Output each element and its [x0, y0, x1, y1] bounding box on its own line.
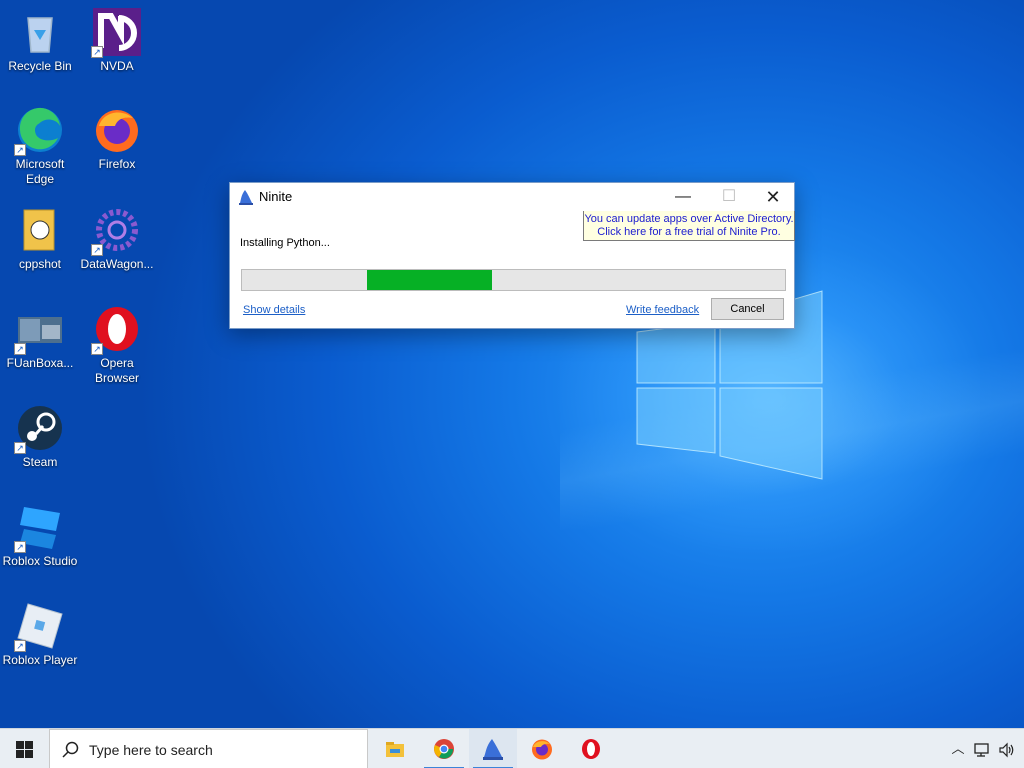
- minimize-button[interactable]: —: [660, 183, 706, 211]
- file-explorer-icon: [386, 742, 404, 757]
- desktop-icon-fuanboxa[interactable]: ↗ FUanBoxa...: [0, 305, 80, 371]
- promo-line-1: You can update apps over Active Director…: [584, 213, 794, 225]
- desktop-icon-label: Recycle Bin: [8, 59, 72, 73]
- desktop-icon-datawagon[interactable]: ↗ DataWagon...: [77, 206, 157, 272]
- desktop-icon-label: Roblox Studio: [2, 554, 78, 568]
- shortcut-arrow-icon: ↗: [14, 640, 26, 652]
- progress-fill: [367, 270, 492, 290]
- write-feedback-link[interactable]: Write feedback: [626, 304, 699, 316]
- roblox-player-icon: ↗: [14, 602, 64, 652]
- shortcut-arrow-icon: ↗: [91, 244, 103, 256]
- desktop-icon-recycle-bin[interactable]: Recycle Bin: [0, 8, 80, 74]
- ninite-sail-icon: [483, 739, 503, 760]
- show-hidden-icons-chevron-icon[interactable]: ︿: [948, 729, 968, 768]
- desktop-icon-label: FUanBoxa...: [6, 356, 74, 370]
- desktop-icon-label: Microsoft Edge: [15, 157, 65, 186]
- maximize-button[interactable]: ☐: [706, 183, 752, 211]
- opera-icon: [582, 739, 600, 759]
- chrome-icon: [434, 739, 454, 759]
- taskbar: Type here to search ︿: [0, 728, 1024, 768]
- taskbar-app-file-explorer[interactable]: [371, 729, 419, 768]
- install-progress-bar: [241, 269, 786, 291]
- windows-start-icon: [16, 741, 33, 758]
- ninite-pro-promo[interactable]: You can update apps over Active Director…: [583, 211, 795, 241]
- desktop-icon-opera-browser[interactable]: ↗ Opera Browser: [77, 305, 157, 386]
- taskbar-app-firefox[interactable]: [518, 729, 566, 768]
- shortcut-arrow-icon: ↗: [91, 46, 103, 58]
- desktop-icon-label: Firefox: [98, 157, 136, 171]
- firefox-icon: [93, 106, 141, 154]
- recycle-bin-icon: [16, 8, 64, 56]
- search-placeholder: Type here to search: [89, 742, 213, 758]
- shortcut-arrow-icon: ↗: [14, 343, 26, 355]
- window-title: Ninite: [259, 189, 293, 204]
- desktop-icon-cppshot[interactable]: cppshot: [0, 206, 80, 272]
- image-thumbnail-icon: ↗: [14, 305, 64, 355]
- taskbar-app-ninite[interactable]: [469, 729, 517, 768]
- shortcut-arrow-icon: ↗: [14, 541, 26, 553]
- taskbar-search-box[interactable]: Type here to search: [49, 729, 368, 768]
- shortcut-arrow-icon: ↗: [91, 343, 103, 355]
- taskbar-app-opera[interactable]: [567, 729, 615, 768]
- start-button[interactable]: [0, 729, 48, 768]
- desktop-icon-label: Steam: [22, 455, 58, 469]
- desktop: Recycle Bin ↗ NVDA ↗ Microsoft Edge Fire…: [0, 0, 1024, 728]
- show-details-link[interactable]: Show details: [243, 304, 305, 316]
- opera-icon: ↗: [91, 305, 141, 355]
- volume-icon[interactable]: [996, 729, 1018, 768]
- desktop-icon-label: Roblox Player: [2, 653, 78, 667]
- desktop-icon-firefox[interactable]: Firefox: [77, 106, 157, 172]
- close-button[interactable]: ✕: [750, 183, 796, 211]
- desktop-icon-label: DataWagon...: [80, 257, 154, 271]
- nvda-icon: ↗: [91, 8, 141, 58]
- edge-icon: ↗: [14, 106, 64, 156]
- ninite-sail-icon: [239, 189, 253, 205]
- network-icon[interactable]: [972, 729, 994, 768]
- desktop-icon-label: cppshot: [18, 257, 62, 271]
- desktop-icon-steam[interactable]: ↗ Steam: [0, 404, 80, 470]
- desktop-icon-label: NVDA: [100, 59, 134, 73]
- desktop-icon-nvda[interactable]: ↗ NVDA: [77, 8, 157, 74]
- roblox-studio-icon: ↗: [14, 503, 64, 553]
- window-titlebar[interactable]: Ninite — ☐ ✕: [230, 183, 794, 211]
- desktop-icon-roblox-studio[interactable]: ↗ Roblox Studio: [0, 503, 80, 569]
- taskbar-app-chrome[interactable]: [420, 729, 468, 768]
- desktop-icon-label: Opera Browser: [94, 356, 139, 385]
- search-icon: [62, 741, 79, 758]
- folder-icon: [16, 206, 64, 254]
- install-status: Installing Python...: [240, 237, 330, 249]
- desktop-icon-microsoft-edge[interactable]: ↗ Microsoft Edge: [0, 106, 80, 187]
- firefox-icon: [532, 739, 552, 760]
- desktop-icon-roblox-player[interactable]: ↗ Roblox Player: [0, 602, 80, 668]
- cancel-button[interactable]: Cancel: [711, 298, 784, 320]
- promo-line-2: Click here for a free trial of Ninite Pr…: [597, 226, 781, 238]
- steam-icon: ↗: [14, 404, 64, 454]
- shortcut-arrow-icon: ↗: [14, 442, 26, 454]
- shortcut-arrow-icon: ↗: [14, 144, 26, 156]
- ninite-window[interactable]: Ninite — ☐ ✕ You can update apps over Ac…: [229, 182, 795, 329]
- gear-icon: ↗: [91, 206, 141, 256]
